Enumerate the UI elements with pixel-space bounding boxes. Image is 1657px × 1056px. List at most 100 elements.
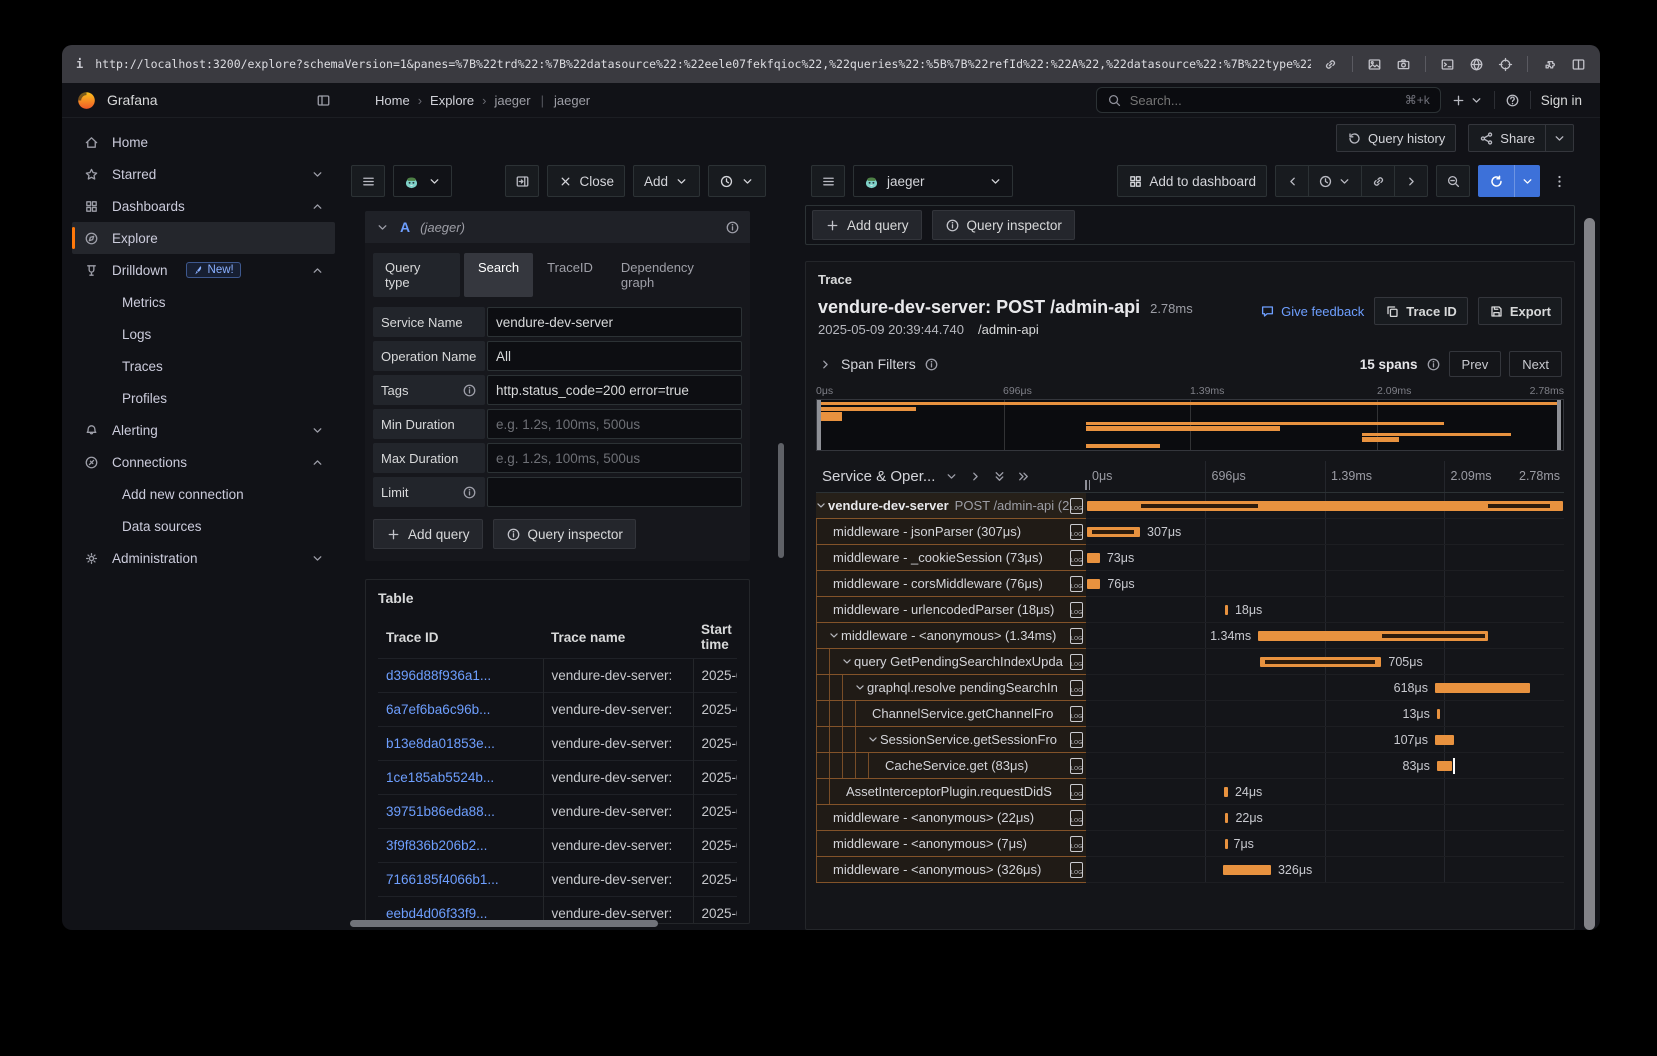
trace-id-link[interactable]: 6a7ef6ba6c96b... <box>386 702 490 717</box>
span-timeline-cell[interactable]: 307μs <box>1086 519 1564 545</box>
info-icon[interactable] <box>462 485 477 500</box>
sidebar-toggle-icon[interactable] <box>316 93 331 108</box>
add-query-button[interactable]: Add query <box>373 519 483 549</box>
span-filters-label[interactable]: Span Filters <box>841 356 916 372</box>
sidebar-item-metrics[interactable]: Metrics <box>72 286 335 318</box>
log-icon[interactable]: LOG <box>1070 836 1083 852</box>
span-name-cell[interactable]: middleware - urlencodedParser (18μs)LOG <box>816 597 1086 623</box>
minimap-drag-handle-left[interactable] <box>817 400 821 450</box>
span-name-cell[interactable]: CacheService.get (83μs)LOG <box>816 753 1086 779</box>
trace-id-link[interactable]: d396d88f936a1... <box>386 668 491 683</box>
sidebar-item-logs[interactable]: Logs <box>72 318 335 350</box>
time-forward-button[interactable] <box>1394 165 1428 197</box>
chevron-down-icon[interactable] <box>866 732 880 747</box>
info-icon[interactable] <box>462 383 477 398</box>
trace-id-link[interactable]: 3f9f836b206b2... <box>386 838 487 853</box>
zoom-out-button[interactable] <box>1436 165 1470 197</box>
add-new-button[interactable] <box>1451 93 1484 108</box>
trace-id-link[interactable]: 1ce185ab5524b... <box>386 770 494 785</box>
span-name-cell[interactable]: SessionService.getSessionFroLOG <box>816 727 1086 753</box>
field-input-limit[interactable] <box>487 477 742 507</box>
query-row-header[interactable]: A (jaeger) <box>365 211 750 243</box>
log-icon[interactable]: LOG <box>1070 628 1083 644</box>
add-panel-button[interactable]: Add <box>633 165 700 197</box>
image-icon[interactable] <box>1367 57 1382 72</box>
span-duration-bar[interactable] <box>1087 579 1100 589</box>
camera-icon[interactable] <box>1396 57 1411 72</box>
sidebar-item-data-sources[interactable]: Data sources <box>72 510 335 542</box>
breadcrumb-explore[interactable]: Explore <box>430 93 474 108</box>
more-options-button[interactable] <box>1548 174 1571 189</box>
prev-span-button[interactable]: Prev <box>1449 351 1502 377</box>
close-pane-button[interactable]: Close <box>547 165 625 197</box>
query-inspector-button-right[interactable]: Query inspector <box>932 210 1075 240</box>
span-name-cell[interactable]: AssetInterceptorPlugin.requestDidSLOG <box>816 779 1086 805</box>
tab-dependency-graph[interactable]: Dependency graph <box>607 253 742 297</box>
trace-id-link[interactable]: 39751b86eda88... <box>386 804 495 819</box>
minimap-drag-handle-right[interactable] <box>1557 400 1561 450</box>
service-operation-column-header[interactable]: Service & Oper... <box>816 461 1086 492</box>
time-picker-left[interactable] <box>708 165 766 197</box>
chevron-down-icon[interactable] <box>310 551 325 566</box>
chevron-down-icon[interactable] <box>816 498 828 513</box>
tab-search[interactable]: Search <box>464 253 533 297</box>
span-name-cell[interactable]: middleware - _cookieSession (73μs)LOG <box>816 545 1086 571</box>
sidebar-item-add-new-connection[interactable]: Add new connection <box>72 478 335 510</box>
log-icon[interactable]: LOG <box>1070 654 1083 670</box>
globe-icon[interactable] <box>1469 57 1484 72</box>
copy-link-button[interactable] <box>1361 165 1395 197</box>
span-duration-bar[interactable] <box>1437 709 1440 719</box>
field-input-service-name[interactable] <box>487 307 742 337</box>
sidebar-item-connections[interactable]: Connections <box>72 446 335 478</box>
trace-id-link[interactable]: 7166185f4066b1... <box>386 872 499 887</box>
sidebar-item-alerting[interactable]: Alerting <box>72 414 335 446</box>
span-timeline-cell[interactable]: 7μs <box>1086 831 1564 857</box>
log-icon[interactable]: LOG <box>1070 706 1083 722</box>
span-duration-bar[interactable] <box>1223 865 1271 875</box>
span-timeline-cell[interactable]: 22μs <box>1086 805 1564 831</box>
query-inspector-button[interactable]: Query inspector <box>493 519 636 549</box>
field-input-tags[interactable] <box>487 375 742 405</box>
export-button[interactable]: Export <box>1478 297 1562 325</box>
span-duration-bar[interactable] <box>1087 553 1099 563</box>
sidebar-item-home[interactable]: Home <box>72 126 335 158</box>
query-rows-toggle-button[interactable] <box>811 165 845 197</box>
span-duration-bar[interactable] <box>1437 761 1452 771</box>
span-timeline-cell[interactable]: 326μs <box>1086 857 1564 883</box>
log-icon[interactable]: LOG <box>1070 524 1083 540</box>
chevron-down-icon[interactable] <box>310 167 325 182</box>
expand-all-icon[interactable] <box>1016 469 1031 484</box>
page-info-icon[interactable]: i <box>76 57 83 71</box>
chevron-down-icon[interactable] <box>827 628 841 643</box>
time-back-button[interactable] <box>1275 165 1309 197</box>
refresh-interval-button[interactable] <box>1514 165 1540 197</box>
narrow-pane-button[interactable] <box>505 165 539 197</box>
minimap-canvas[interactable] <box>816 399 1564 451</box>
span-duration-bar[interactable] <box>1225 605 1228 615</box>
span-timeline-cell[interactable]: 1.34ms <box>1086 623 1564 649</box>
span-timeline-cell[interactable]: 73μs <box>1086 545 1564 571</box>
chevron-down-icon[interactable] <box>853 680 867 695</box>
span-timeline-cell[interactable]: 618μs <box>1086 675 1564 701</box>
trace-id-button[interactable]: Trace ID <box>1374 297 1468 325</box>
chevron-right-icon[interactable] <box>818 357 833 372</box>
log-icon[interactable]: LOG <box>1070 732 1083 748</box>
chevron-down-icon[interactable] <box>310 423 325 438</box>
chevron-right-icon[interactable] <box>968 469 983 484</box>
chevron-up-icon[interactable] <box>310 455 325 470</box>
datasource-picker-left[interactable] <box>393 165 452 197</box>
span-duration-bar[interactable] <box>1225 839 1228 849</box>
sidebar-item-drilldown[interactable]: DrilldownNew! <box>72 254 335 286</box>
span-name-cell[interactable]: query GetPendingSearchIndexUpdaLOG <box>816 649 1086 675</box>
col-trace-name[interactable]: Trace name <box>543 616 693 659</box>
log-icon[interactable]: LOG <box>1070 550 1083 566</box>
log-icon[interactable]: LOG <box>1070 810 1083 826</box>
chevron-down-icon[interactable] <box>944 469 959 484</box>
span-timeline-cell[interactable]: 83μs <box>1086 753 1564 779</box>
time-picker-right[interactable] <box>1308 165 1362 197</box>
search-box[interactable]: ⌘+k <box>1096 87 1441 113</box>
span-timeline-cell[interactable]: 18μs <box>1086 597 1564 623</box>
trace-id-link[interactable]: b13e8da01853e... <box>386 736 495 751</box>
field-input-operation-name[interactable] <box>487 341 742 371</box>
url-bar[interactable]: http://localhost:3200/explore?schemaVers… <box>95 55 1311 73</box>
